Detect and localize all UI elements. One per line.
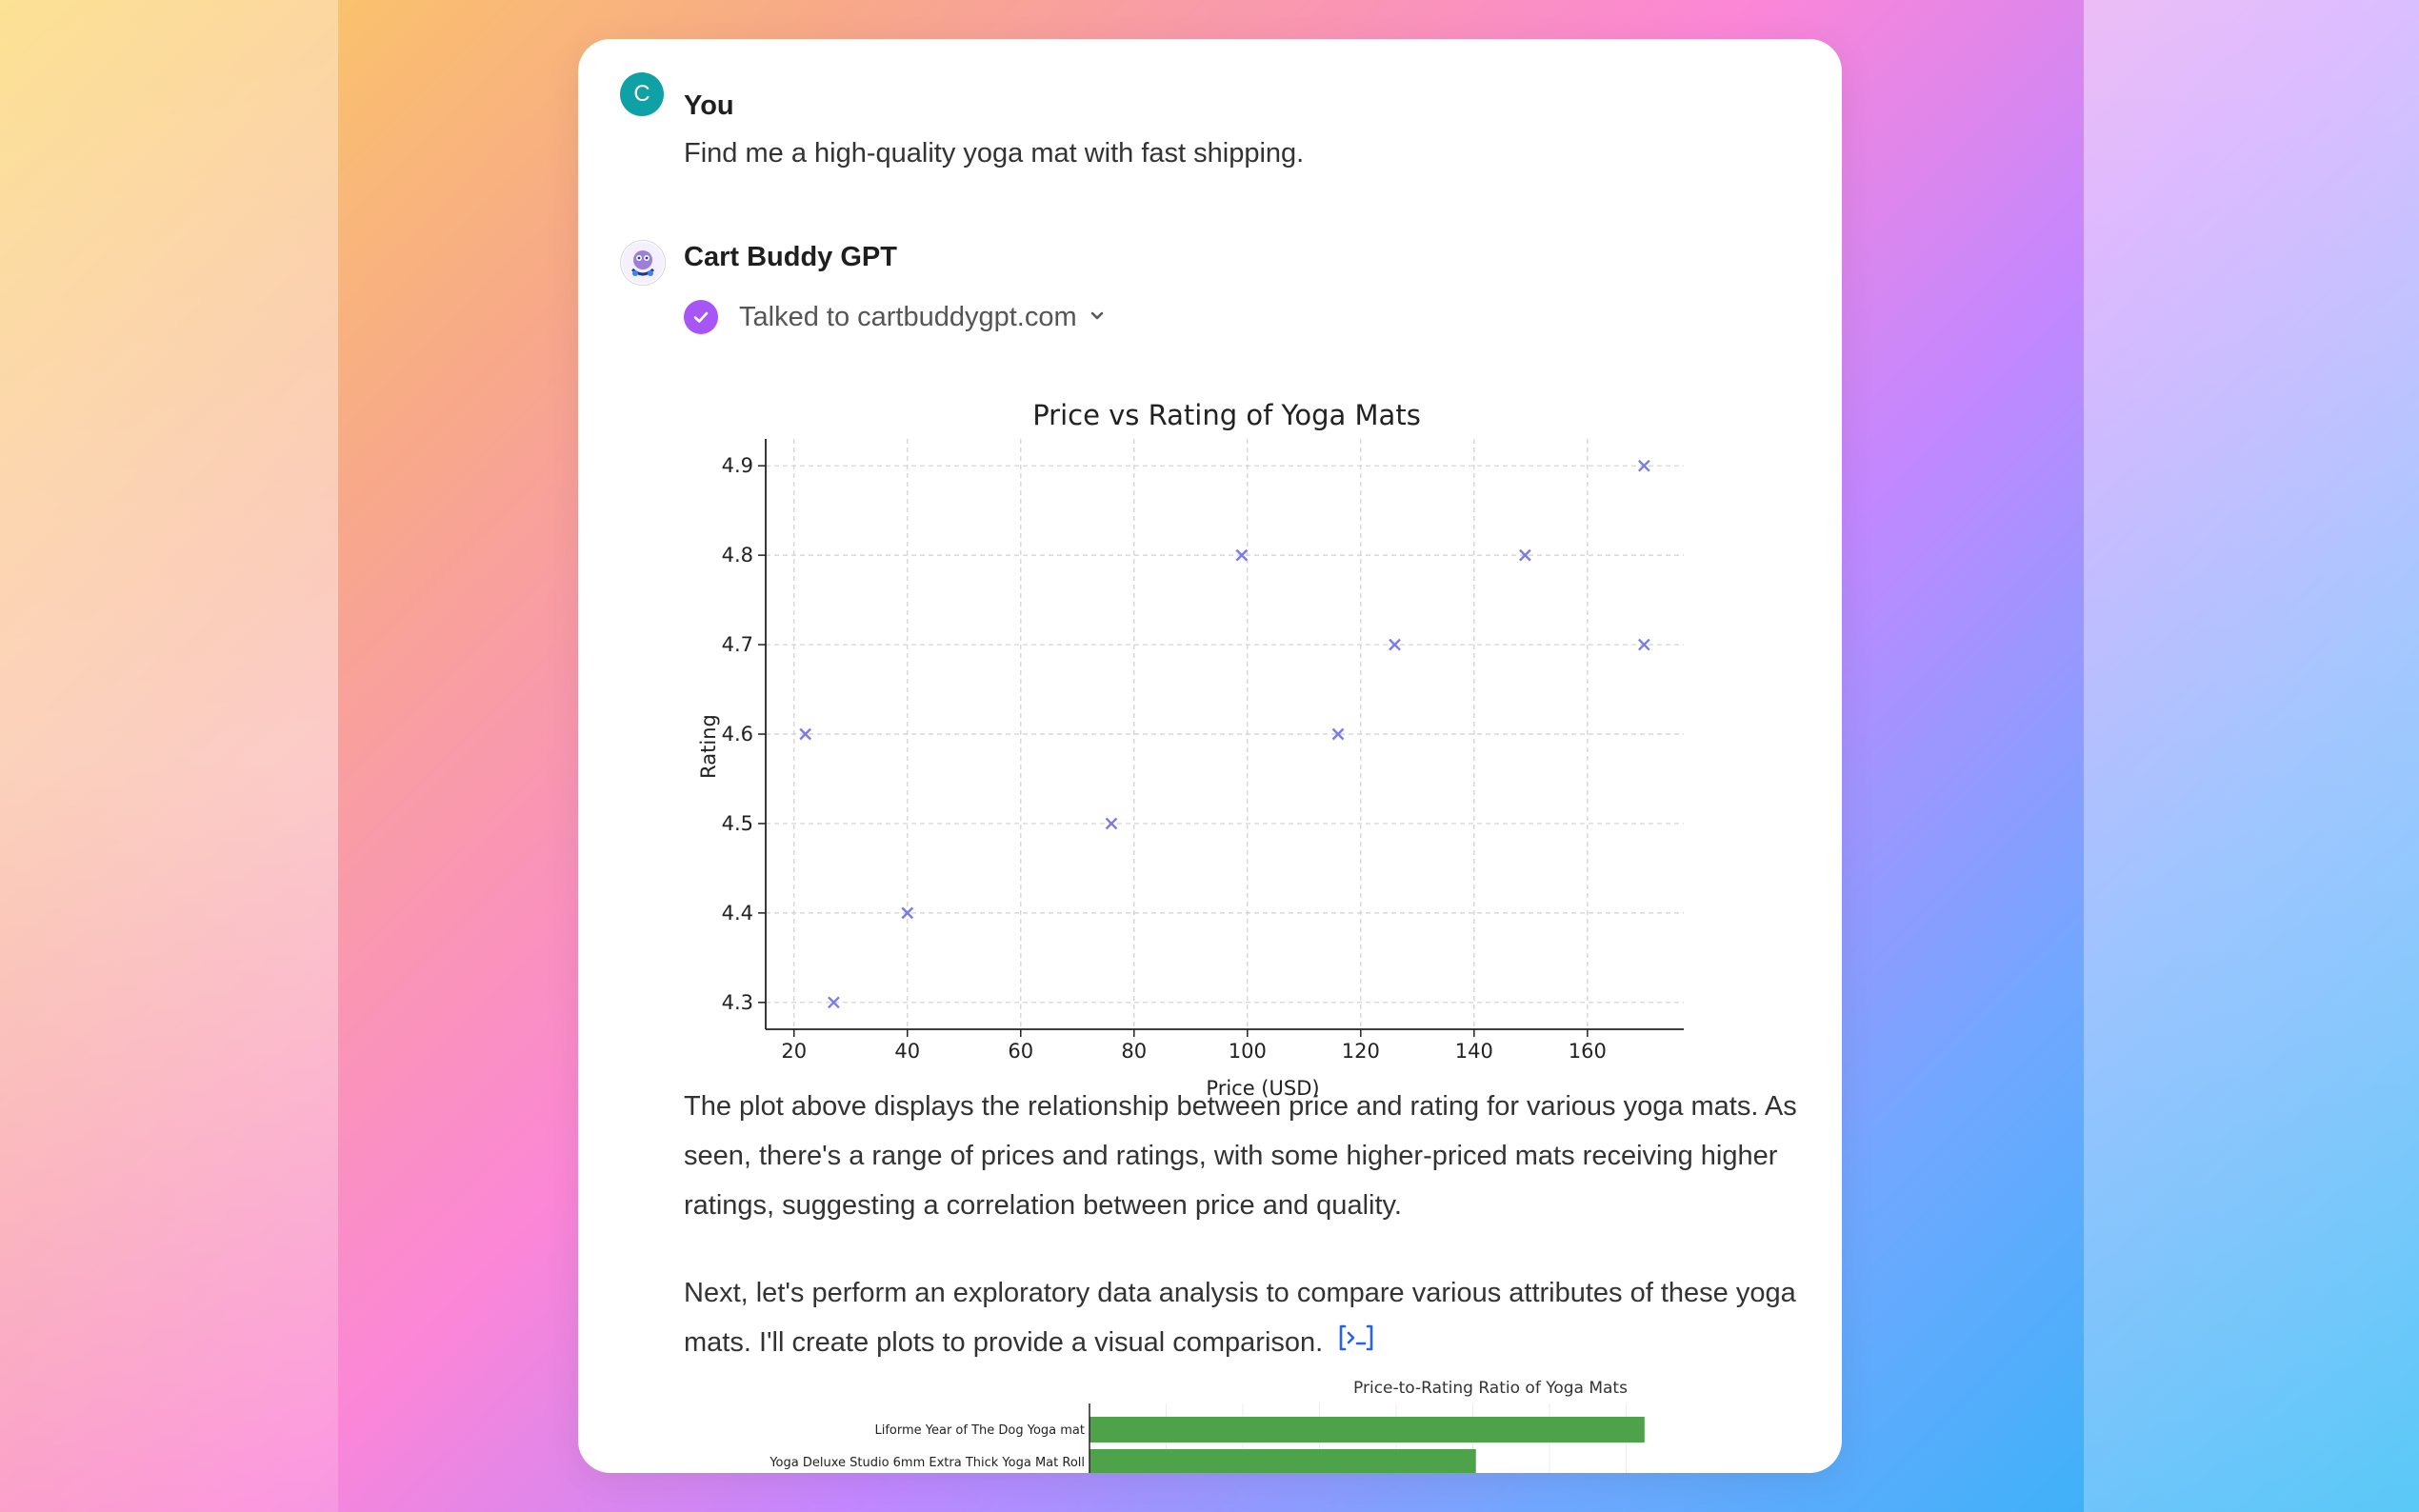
x-tick-label: 100 (1229, 1040, 1267, 1063)
price-vs-rating-chart: Price vs Rating of Yoga Mats Price (USD)… (697, 399, 1684, 1100)
bar-chart-labels: Liforme Year of The Dog Yoga mat Sunshine… (769, 1423, 1085, 1470)
y-tick-label: 4.7 (722, 633, 753, 656)
assistant-paragraph-1: The plot above displays the relationship… (684, 1091, 1797, 1221)
assistant-paragraph-2-text: Next, let's perform an exploratory data … (684, 1278, 1796, 1358)
x-tick-label: 120 (1342, 1040, 1380, 1063)
user-name: You (684, 90, 734, 121)
y-tick-label: 4.4 (722, 902, 753, 925)
tool-status-text: Talked to cartbuddygpt.com (739, 301, 1077, 332)
x-tick-label: 40 (894, 1040, 920, 1063)
code-icon[interactable] (1338, 1319, 1374, 1368)
user-message: Find me a high-quality yoga mat with fas… (684, 138, 1305, 169)
user-avatar: C (620, 72, 664, 116)
robot-avatar-icon (620, 240, 666, 286)
tool-status-toggle[interactable]: Talked to cartbuddygpt.com (684, 298, 1106, 336)
bar (1090, 1449, 1476, 1473)
x-tick-label: 160 (1569, 1040, 1607, 1063)
bar-chart-bars (1090, 1417, 1645, 1473)
chevron-down-icon[interactable] (1089, 307, 1106, 328)
chart-title: Price vs Rating of Yoga Mats (1032, 399, 1421, 431)
y-axis-label: Rating (697, 714, 720, 779)
y-tick-label: 4.3 (722, 991, 753, 1014)
price-to-rating-chart: Price-to-Rating Ratio of Yoga Mats Lifor… (769, 1379, 1645, 1473)
assistant-paragraph-2: Next, let's perform an exploratory data … (684, 1268, 1798, 1368)
bar-category-label: Liforme Year of The Dog Yoga mat (874, 1423, 1085, 1438)
x-tick-label: 140 (1455, 1040, 1493, 1063)
scatter-point (1389, 638, 1401, 651)
scatter-point (1105, 817, 1118, 830)
bar-chart-title: Price-to-Rating Ratio of Yoga Mats (1353, 1379, 1628, 1398)
bar (1090, 1417, 1645, 1442)
x-tick-label: 80 (1121, 1040, 1147, 1063)
x-tick-label: 60 (1008, 1040, 1033, 1063)
assistant-name: Cart Buddy GPT (684, 242, 897, 272)
bar-category-label: Sunshine Yoga Deluxe Studio 6mm Extra Th… (769, 1456, 1085, 1470)
y-tick-label: 4.6 (722, 723, 753, 746)
x-tick-label: 20 (781, 1040, 807, 1063)
y-tick-label: 4.9 (722, 454, 753, 477)
background-panel-left (0, 0, 338, 1512)
chart-grid (766, 439, 1684, 1029)
y-tick-label: 4.8 (722, 544, 753, 567)
y-tick-label: 4.5 (722, 812, 753, 835)
background-panel-right (2084, 0, 2419, 1512)
chat-card: C You Find me a high-quality yoga mat wi… (578, 39, 1842, 1473)
check-icon (684, 300, 718, 334)
